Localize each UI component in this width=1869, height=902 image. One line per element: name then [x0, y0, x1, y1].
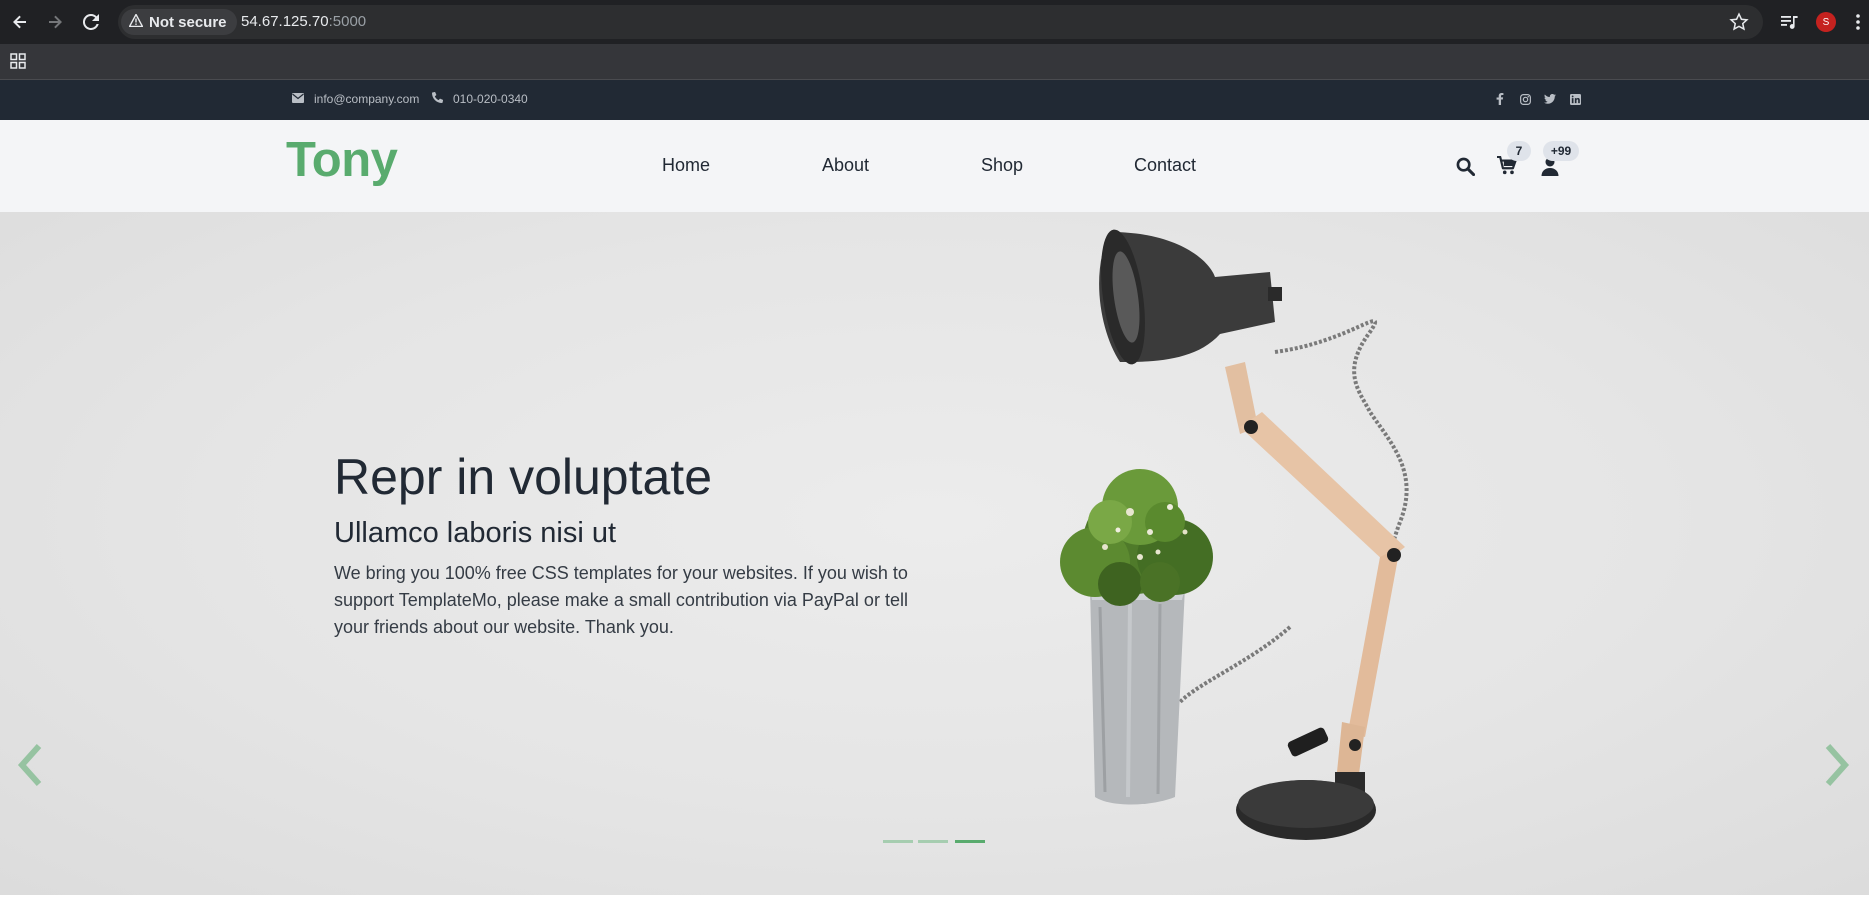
nav-home[interactable]: Home [662, 155, 710, 176]
email-text: info@company.com [314, 92, 420, 106]
next-slide-button[interactable] [1817, 737, 1857, 793]
email-link[interactable]: info@company.com [292, 92, 419, 106]
carousel-indicator-3[interactable] [955, 840, 985, 843]
twitter-icon[interactable] [1542, 91, 1558, 107]
media-icon[interactable] [1780, 13, 1798, 36]
prev-slide-button[interactable] [10, 737, 50, 793]
hero-subtitle: Ullamco laboris nisi ut [334, 517, 617, 549]
url-port: :5000 [328, 13, 367, 30]
hero-carousel [0, 212, 1869, 895]
hero-description: We bring you 100% free CSS templates for… [334, 563, 908, 637]
linkedin-icon[interactable] [1567, 91, 1583, 107]
page-bottom [0, 895, 1869, 902]
phone-icon [432, 91, 444, 106]
hero-title: Repr in voluptate [334, 449, 713, 505]
apps-icon[interactable] [10, 53, 26, 74]
envelope-icon [292, 92, 304, 106]
menu-icon[interactable] [1855, 12, 1861, 37]
instagram-icon[interactable] [1517, 91, 1533, 107]
top-info-bar [0, 80, 1869, 120]
bookmarks-bar [0, 44, 1869, 80]
security-label: Not secure [149, 13, 227, 31]
url-text[interactable]: 54.67.125.70:5000 [241, 13, 366, 30]
lamp-plant-image [1060, 229, 1409, 840]
security-chip[interactable]: Not secure [121, 9, 237, 35]
profile-avatar[interactable]: S [1816, 12, 1836, 32]
warning-icon [128, 12, 144, 31]
phone-text: 010-020-0340 [453, 92, 528, 106]
nav-shop[interactable]: Shop [981, 155, 1023, 176]
carousel-indicator-1[interactable] [883, 840, 913, 843]
phone-link[interactable]: 010-020-0340 [432, 91, 528, 106]
search-icon[interactable] [1452, 153, 1478, 179]
nav-about[interactable]: About [822, 155, 869, 176]
star-icon[interactable] [1729, 12, 1749, 37]
facebook-icon[interactable] [1492, 91, 1508, 107]
url-host: 54.67.125.70 [241, 13, 329, 30]
carousel-indicator-2[interactable] [918, 840, 948, 843]
reload-icon[interactable] [80, 11, 102, 33]
forward-icon[interactable] [44, 11, 66, 33]
back-icon[interactable] [9, 11, 31, 33]
cart-count-badge: 7 [1507, 141, 1531, 161]
user-count-badge: +99 [1543, 141, 1579, 161]
site-header [0, 120, 1869, 212]
nav-contact[interactable]: Contact [1134, 155, 1196, 176]
brand-logo[interactable]: Tony [286, 132, 398, 188]
